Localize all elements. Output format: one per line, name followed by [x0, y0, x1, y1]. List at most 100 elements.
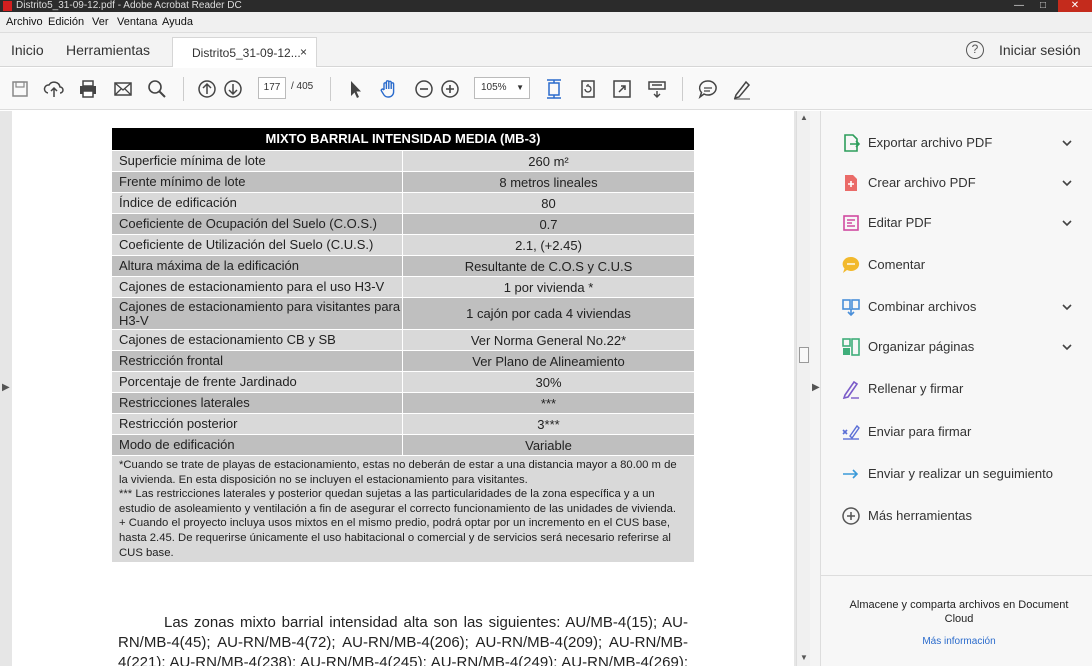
- chevron-down-icon: ▼: [516, 83, 524, 92]
- comment-icon[interactable]: [697, 78, 719, 100]
- scroll-up-icon[interactable]: ▲: [800, 113, 808, 122]
- tab-inicio[interactable]: Inicio: [11, 42, 44, 58]
- row-value: Resultante de C.O.S y C.U.S: [464, 258, 633, 274]
- fullscreen-icon[interactable]: [611, 78, 633, 100]
- row-label: Cajones de estacionamiento para visitant…: [112, 298, 403, 329]
- menu-ventana[interactable]: Ventana: [117, 16, 157, 28]
- maximize-button[interactable]: □: [1032, 0, 1054, 12]
- more-info-link[interactable]: Más información: [839, 636, 1079, 647]
- tool-export-pdf[interactable]: Exportar archivo PDF: [821, 129, 1092, 159]
- table-note: *** Las restricciones laterales y poster…: [119, 488, 677, 515]
- save-icon[interactable]: [9, 78, 31, 100]
- menu-ver[interactable]: Ver: [92, 16, 109, 28]
- table-row: Restricciones laterales ***: [112, 392, 694, 413]
- tab-herramientas[interactable]: Herramientas: [66, 42, 150, 58]
- body-paragraph: Las zonas mixto barrial intensidad alta …: [118, 613, 688, 666]
- scroll-down-icon[interactable]: ▼: [800, 653, 808, 662]
- row-label: Modo de edificación: [112, 435, 403, 455]
- send-track-icon: [841, 464, 861, 484]
- close-tab-icon[interactable]: ×: [300, 45, 307, 59]
- table-title: MIXTO BARRIAL INTENSIDAD MEDIA (MB-3): [112, 128, 694, 150]
- tab-document[interactable]: Distrito5_31-09-12... ×: [172, 37, 317, 67]
- row-value: 8 metros lineales: [499, 174, 598, 190]
- keyboard-icon[interactable]: [646, 78, 668, 100]
- fit-page-icon[interactable]: [543, 78, 565, 100]
- tool-label: Rellenar y firmar: [868, 381, 964, 396]
- tool-combine-files[interactable]: Combinar archivos: [821, 293, 1092, 323]
- zoom-in-icon[interactable]: [439, 78, 461, 100]
- chevron-down-icon[interactable]: [1061, 217, 1073, 229]
- send-sign-icon: [841, 422, 861, 442]
- page-total: / 405: [291, 81, 314, 92]
- row-value: 260 m²: [528, 153, 569, 169]
- tool-create-pdf[interactable]: Crear archivo PDF: [821, 169, 1092, 199]
- tool-send-sign[interactable]: Enviar para firmar: [821, 418, 1092, 448]
- zoom-select[interactable]: 105% ▼: [474, 77, 530, 99]
- help-icon[interactable]: ?: [966, 41, 984, 59]
- table-row: Coeficiente de Utilización del Suelo (C.…: [112, 234, 694, 255]
- tool-comment[interactable]: Comentar: [821, 251, 1092, 281]
- row-label: Restricción posterior: [112, 414, 403, 434]
- tool-fill-sign[interactable]: Rellenar y firmar: [821, 375, 1092, 405]
- page-up-icon[interactable]: [196, 78, 218, 100]
- tool-edit-pdf[interactable]: Editar PDF: [821, 209, 1092, 239]
- table-row: Cajones de estacionamiento para el uso H…: [112, 276, 694, 297]
- organize-pages-icon: [841, 337, 861, 357]
- row-label: Frente mínimo de lote: [112, 172, 403, 192]
- rotate-icon[interactable]: [577, 78, 599, 100]
- pdf-page: MIXTO BARRIAL INTENSIDAD MEDIA (MB-3) Su…: [12, 111, 794, 666]
- scroll-thumb[interactable]: [799, 347, 809, 363]
- row-value: 3***: [537, 416, 560, 432]
- row-value: 1 por vivienda *: [503, 279, 594, 295]
- tool-label: Exportar archivo PDF: [868, 135, 993, 150]
- sign-icon[interactable]: [731, 78, 753, 100]
- upload-icon[interactable]: [43, 78, 65, 100]
- row-value: ***: [540, 395, 557, 411]
- table-row: Superficie mínima de lote 260 m²: [112, 150, 694, 171]
- signin-link[interactable]: Iniciar sesión: [999, 42, 1081, 58]
- table-row: Modo de edificación Variable: [112, 434, 694, 455]
- hand-icon[interactable]: [378, 78, 400, 100]
- toolbar: 177 / 405 105% ▼: [0, 68, 1092, 110]
- left-panel-toggle-icon[interactable]: ▶: [2, 382, 10, 393]
- tool-more-tools[interactable]: Más herramientas: [821, 502, 1092, 532]
- tool-label: Combinar archivos: [868, 299, 977, 314]
- edit-pdf-icon: [841, 213, 861, 233]
- close-window-button[interactable]: ✕: [1058, 0, 1092, 12]
- chevron-down-icon[interactable]: [1061, 137, 1073, 149]
- tool-organize-pages[interactable]: Organizar páginas: [821, 333, 1092, 363]
- row-label: Altura máxima de la edificación: [112, 256, 403, 276]
- document-cloud-promo: Almacene y comparta archivos en Document…: [849, 599, 1069, 625]
- menu-edicion[interactable]: Edición: [48, 16, 84, 28]
- table-row: Cajones de estacionamiento para visitant…: [112, 297, 694, 329]
- row-label: Porcentaje de frente Jardinado: [112, 372, 403, 392]
- panel-divider: [821, 575, 1092, 576]
- combine-files-icon: [841, 297, 861, 317]
- tool-send-track[interactable]: Enviar y realizar un seguimiento: [821, 460, 1092, 490]
- menu-archivo[interactable]: Archivo: [6, 16, 43, 28]
- vertical-scrollbar[interactable]: ▲ ▼: [796, 111, 810, 666]
- select-icon[interactable]: [344, 78, 366, 100]
- chevron-down-icon[interactable]: [1061, 341, 1073, 353]
- table-note: *Cuando se trate de playas de estacionam…: [119, 459, 677, 486]
- paragraph-text: Las zonas mixto barrial intensidad alta …: [118, 614, 688, 666]
- chevron-down-icon[interactable]: [1061, 177, 1073, 189]
- row-label: Restricciones laterales: [112, 393, 403, 413]
- chevron-down-icon[interactable]: [1061, 301, 1073, 313]
- minimize-button[interactable]: —: [1008, 0, 1030, 12]
- email-icon[interactable]: [112, 78, 134, 100]
- zoning-table: MIXTO BARRIAL INTENSIDAD MEDIA (MB-3) Su…: [112, 128, 694, 563]
- zoom-out-icon[interactable]: [413, 78, 435, 100]
- right-panel-toggle-icon[interactable]: ▶: [812, 382, 820, 393]
- search-icon[interactable]: [146, 78, 168, 100]
- menu-bar: Archivo Edición Ver Ventana Ayuda: [0, 12, 1092, 33]
- table-row: Frente mínimo de lote 8 metros lineales: [112, 171, 694, 192]
- page-number-input[interactable]: 177: [258, 77, 286, 99]
- page-down-icon[interactable]: [222, 78, 244, 100]
- row-label: Cajones de estacionamiento CB y SB: [112, 330, 403, 350]
- tab-bar: Inicio Herramientas Distrito5_31-09-12..…: [0, 33, 1092, 67]
- tool-label: Enviar para firmar: [868, 424, 972, 439]
- row-value: 80: [541, 195, 556, 211]
- menu-ayuda[interactable]: Ayuda: [162, 16, 193, 28]
- print-icon[interactable]: [77, 78, 99, 100]
